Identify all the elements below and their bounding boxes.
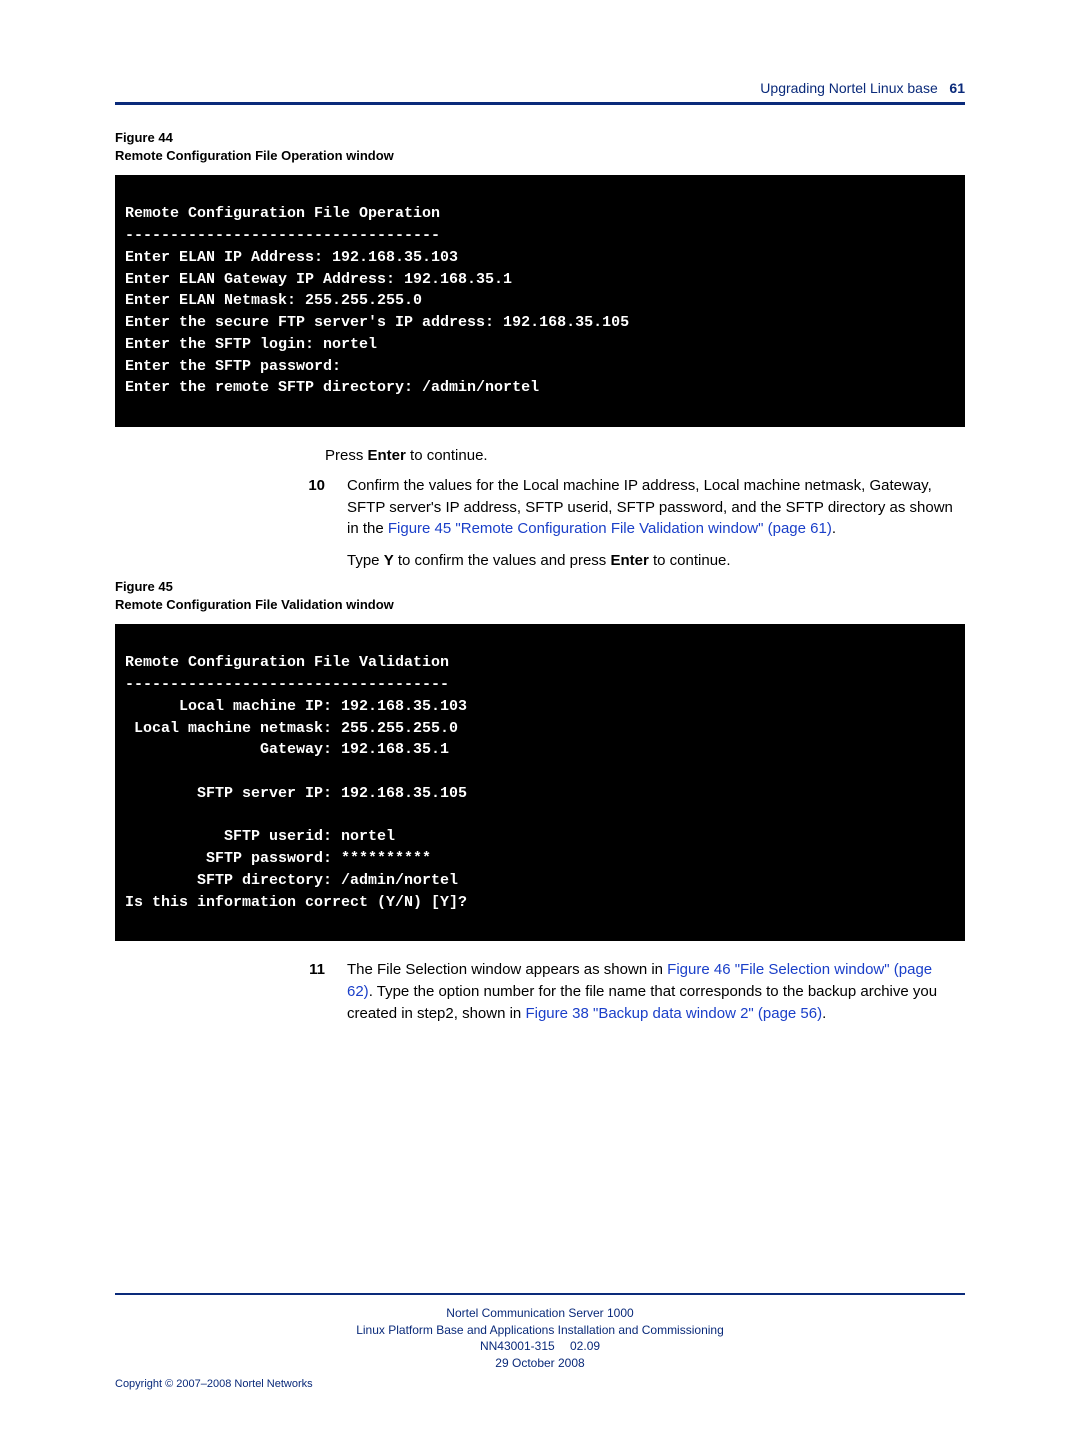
step-10-text3-pre: Type xyxy=(347,552,384,569)
footer-line4: 29 October 2008 xyxy=(495,1356,584,1370)
footer-line1: Nortel Communication Server 1000 xyxy=(446,1306,633,1320)
footer-copyright: Copyright © 2007–2008 Nortel Networks xyxy=(115,1378,965,1390)
press-enter-key: Enter xyxy=(368,447,406,464)
page-footer: Nortel Communication Server 1000 Linux P… xyxy=(115,1293,965,1390)
figure45-title: Remote Configuration File Validation win… xyxy=(115,597,394,612)
step-11-number: 11 xyxy=(265,959,347,1024)
step-10: 10 Confirm the values for the Local mach… xyxy=(265,475,955,572)
step-10-text2: . xyxy=(832,520,836,537)
document-page: Upgrading Nortel Linux base 61 Figure 44… xyxy=(0,0,1080,1440)
footer-line2: Linux Platform Base and Applications Ins… xyxy=(356,1323,724,1337)
header-rule xyxy=(115,102,965,105)
figure45-terminal: Remote Configuration File Validation ---… xyxy=(115,624,965,941)
figure44-terminal: Remote Configuration File Operation ----… xyxy=(115,175,965,427)
header-title: Upgrading Nortel Linux base xyxy=(760,80,937,96)
figure44-caption: Figure 44 Remote Configuration File Oper… xyxy=(115,129,965,165)
step-10-text3-mid: to confirm the values and press xyxy=(394,552,611,569)
figure45-caption: Figure 45 Remote Configuration File Vali… xyxy=(115,578,965,614)
figure45-label: Figure 45 xyxy=(115,579,173,594)
press-enter-line: Press Enter to continue. xyxy=(325,445,955,467)
figure44-label: Figure 44 xyxy=(115,130,173,145)
footer-rule xyxy=(115,1293,965,1295)
press-enter-post: to continue. xyxy=(406,447,488,464)
step-10-key-y: Y xyxy=(384,552,394,569)
figure45-link[interactable]: Figure 45 "Remote Configuration File Val… xyxy=(388,520,832,537)
step-11-text: The File Selection window appears as sho… xyxy=(347,959,955,1024)
figure38-link[interactable]: Figure 38 "Backup data window 2" (page 5… xyxy=(525,1005,822,1022)
step-10-key-enter: Enter xyxy=(610,552,648,569)
step-11-text1: The File Selection window appears as sho… xyxy=(347,961,667,978)
step-11: 11 The File Selection window appears as … xyxy=(265,959,955,1024)
footer-line3: NN43001-315 02.09 xyxy=(480,1339,600,1353)
press-enter-pre: Press xyxy=(325,447,368,464)
running-header: Upgrading Nortel Linux base 61 xyxy=(115,80,965,96)
step-10-number: 10 xyxy=(265,475,347,572)
page-number: 61 xyxy=(949,80,965,96)
step-10-text: Confirm the values for the Local machine… xyxy=(347,475,955,572)
footer-center: Nortel Communication Server 1000 Linux P… xyxy=(115,1305,965,1372)
figure44-title: Remote Configuration File Operation wind… xyxy=(115,148,394,163)
step-10-text3-post: to continue. xyxy=(649,552,731,569)
step-11-text3: . xyxy=(822,1005,826,1022)
